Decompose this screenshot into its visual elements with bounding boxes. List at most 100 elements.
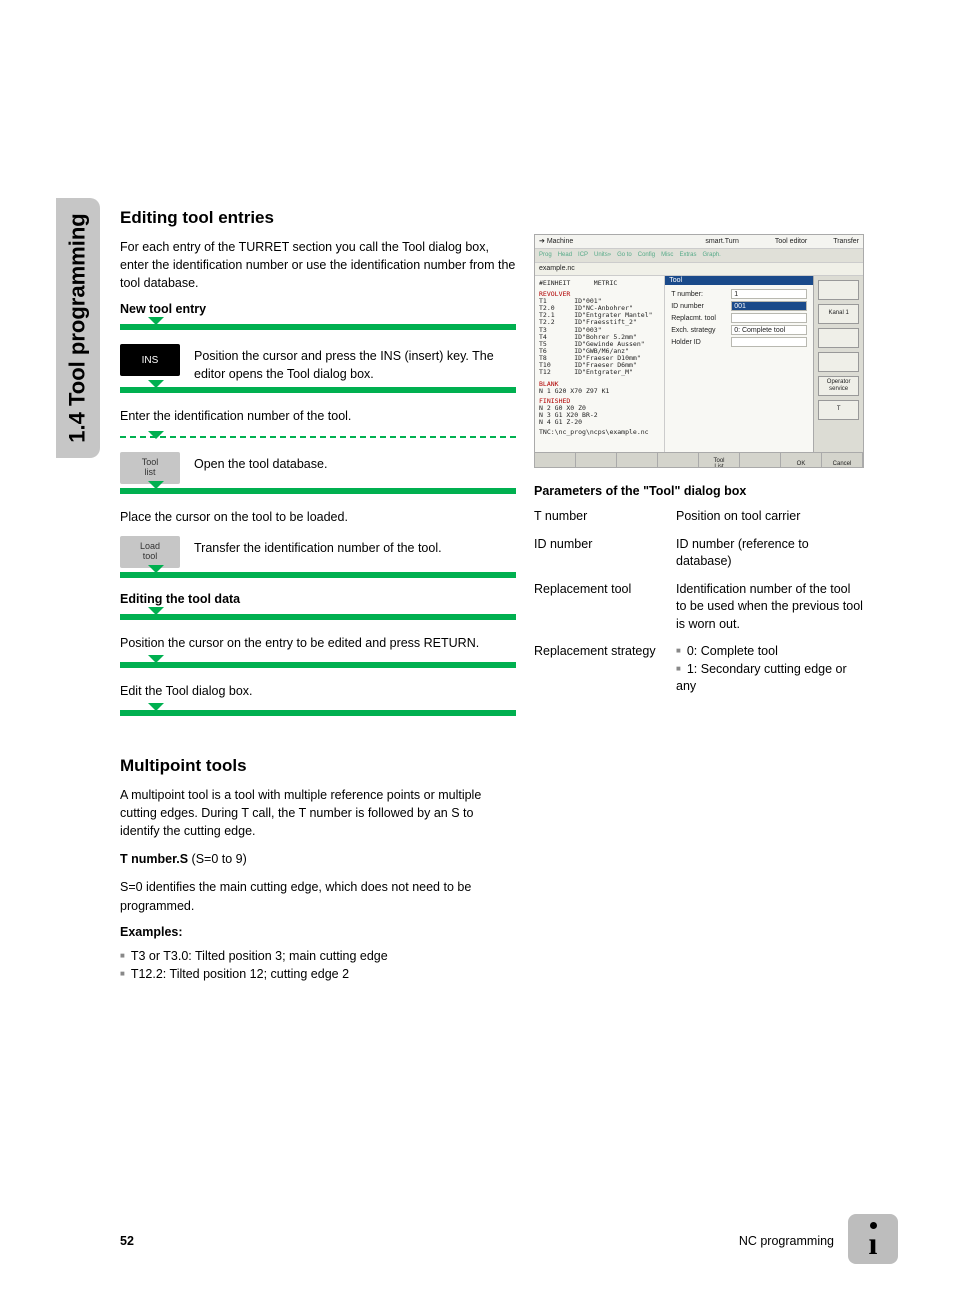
param-row: Replacement toolIdentification number of… [534,581,864,634]
separator [120,662,516,668]
param-list-item: 0: Complete tool [676,643,864,661]
sc-val-rep [731,313,807,323]
separator [120,324,516,330]
step-enter-id: Enter the identification number of the t… [120,407,516,425]
sc-program-pane: #EINHEIT METRIC REVOLVER T1 ID"001"T2.0 … [535,276,664,452]
page-number: 52 [120,1234,134,1248]
sc-dialog-pane: Tool T number:1 ID number001 Replacmt. t… [664,276,813,452]
subhead-edit-tool: Editing the tool data [120,592,516,606]
param-row: ID numberID number (reference to databas… [534,536,864,571]
step-ins: INS Position the cursor and press the IN… [120,344,516,383]
tnum-range: (S=0 to 9) [188,852,247,866]
sc-machine-mode: ➔ Machine [539,238,573,246]
param-desc: Identification number of the tool to be … [676,581,864,634]
step-load-tool: Load tool Transfer the identification nu… [120,536,516,568]
sc-softkey [576,453,617,468]
sc-unit-head: #EINHEIT [539,279,570,287]
multipoint-tnum: T number.S (S=0 to 9) [120,850,516,868]
sc-dialog-title: Tool [665,276,813,286]
sep-dashed [120,436,516,438]
sc-val-strat: 0: Complete tool [731,325,807,335]
sc-softkey [535,453,576,468]
softkey-tool-list: Tool list [120,452,180,484]
multipoint-text: A multipoint tool is a tool with multipl… [120,786,516,840]
step-edit-dlg: Edit the Tool dialog box. [120,682,516,700]
sc-right-buttons: Kanal 1 Operator service T [813,276,863,452]
sc-body: #EINHEIT METRIC REVOLVER T1 ID"001"T2.0 … [535,276,863,452]
multipoint-s0: S=0 identifies the main cutting edge, wh… [120,878,516,914]
sc-path: TNC:\nc_prog\ncps\example.nc [539,429,660,436]
sc-menu-item: Go to [617,252,632,259]
step-open-db: Tool list Open the tool database. [120,452,516,484]
sc-val-id: 001 [731,301,807,311]
sc-softkey-bar: Tool ListOKCancel [535,452,863,468]
sc-fin-line: N 4 G1 Z-20 [539,419,660,426]
sc-file-tab: example.nc [535,263,863,276]
sc-softkey: Tool List [699,453,740,468]
heading-multipoint: Multipoint tools [120,756,516,776]
separator [120,387,516,393]
sc-softkey [617,453,658,468]
page-footer: 52 NC programming [120,1234,894,1248]
param-name: T number [534,508,676,526]
sc-menu-item: Config [638,252,655,259]
sc-menu-item: Prog [539,252,552,259]
sc-lbl-rep: Replacmt. tool [671,315,731,323]
app-screenshot: ➔ Machine smart.Turn Tool editor Transfe… [534,234,864,468]
subhead-new-tool: New tool entry [120,302,516,316]
side-tab: 1.4 Tool programming [56,198,100,458]
footer-section: NC programming [739,1234,834,1248]
sc-right-button [818,328,859,348]
info-badge-icon: ı [848,1214,898,1264]
right-column: ➔ Machine smart.Turn Tool editor Transfe… [534,234,864,706]
sc-right-button: Operator service [818,376,859,396]
sc-menu-item: Graph. [702,252,720,259]
examples-head: Examples: [120,925,516,939]
softkey-load-tool: Load tool [120,536,180,568]
sc-lbl-tnum: T number: [671,291,731,299]
sc-menu-item: Head [558,252,572,259]
sc-tool-editor: Tool editor [775,238,807,246]
sc-tool-line: T12 ID"Entgrater_M" [539,369,660,376]
param-desc: Position on tool carrier [676,508,864,526]
sc-right-button: Kanal 1 [818,304,859,324]
sc-unit-val: METRIC [594,279,617,287]
sc-lbl-strat: Exch. strategy [671,327,731,335]
param-row: T numberPosition on tool carrier [534,508,864,526]
sc-lbl-id: ID number [671,303,731,311]
params-head: Parameters of the "Tool" dialog box [534,484,864,498]
sc-lbl-holder: Holder ID [671,339,731,347]
step-pos-cursor: Position the cursor on the entry to be e… [120,634,516,652]
sc-softkey: Cancel [822,453,863,468]
step-place-cursor: Place the cursor on the tool to be loade… [120,508,516,526]
sc-menu-bar: ProgHeadICPUnits»Go toConfigMiscExtrasGr… [535,249,863,263]
param-desc: ID number (reference to database) [676,536,864,571]
sc-transfer: Transfer [833,238,859,246]
separator [120,572,516,578]
params-table: T numberPosition on tool carrierID numbe… [534,508,864,696]
separator [120,614,516,620]
sc-menu-item: Units» [594,252,611,259]
sc-val-tnum: 1 [731,289,807,299]
side-tab-label: 1.4 Tool programming [65,213,91,442]
example-item: T3 or T3.0: Tilted position 3; main cutt… [120,947,516,965]
param-name: Replacement strategy [534,643,676,696]
sc-mode-bar: ➔ Machine smart.Turn Tool editor Transfe… [535,235,863,249]
sc-right-button: T [818,400,859,420]
separator [120,710,516,716]
sc-blank-line: N 1 G20 X70 Z97 K1 [539,388,660,395]
param-name: ID number [534,536,676,571]
sc-menu-item: Misc [661,252,673,259]
param-name: Replacement tool [534,581,676,634]
param-desc: 0: Complete tool1: Secondary cutting edg… [676,643,864,696]
sc-menu-item: ICP [578,252,588,259]
sc-val-holder [731,337,807,347]
param-list-item: 1: Secondary cutting edge or any [676,661,864,696]
example-item: T12.2: Tilted position 12; cutting edge … [120,965,516,983]
main-column: Editing tool entries For each entry of t… [120,208,516,993]
step-ins-text: Position the cursor and press the INS (i… [194,344,516,383]
examples-list: T3 or T3.0: Tilted position 3; main cutt… [120,947,516,983]
ins-key-icon: INS [120,344,180,376]
step-transfer-text: Transfer the identification number of th… [194,536,442,558]
param-row: Replacement strategy0: Complete tool1: S… [534,643,864,696]
